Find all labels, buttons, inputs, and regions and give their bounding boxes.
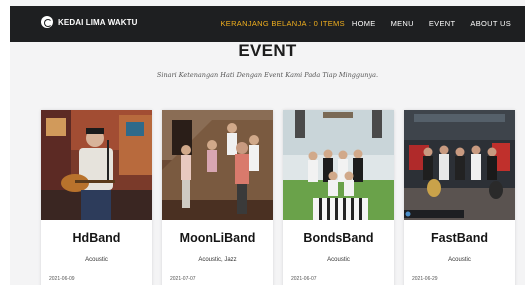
- nav-about-us[interactable]: ABOUT US: [470, 19, 511, 28]
- nav-menu: KERANJANG BELANJA : 0 ITEMS HOME MENU EV…: [220, 19, 511, 28]
- event-photo: [404, 110, 515, 220]
- event-date: 2021-07-07: [170, 276, 196, 282]
- brand-logo-icon: [41, 16, 53, 28]
- event-title[interactable]: HdBand: [41, 231, 152, 245]
- nav-menu-link[interactable]: MENU: [391, 19, 414, 28]
- brand[interactable]: KEDAI LIMA WAKTU: [41, 16, 138, 28]
- page-subtitle: Sinari Ketenangan Hati Dengan Event Kami…: [156, 71, 379, 79]
- browser-viewport: KEDAI LIMA WAKTU KERANJANG BELANJA : 0 I…: [10, 0, 525, 285]
- event-card[interactable]: BondsBand Acoustic 2021-06-07: [283, 110, 394, 285]
- page-title: EVENT: [238, 41, 297, 60]
- event-card[interactable]: MoonLiBand Acoustic, Jazz 2021-07-07: [162, 110, 273, 285]
- event-date: 2021-06-29: [412, 276, 438, 282]
- event-photo: [162, 110, 273, 220]
- event-photo: [283, 110, 394, 220]
- event-photo: [41, 110, 152, 220]
- event-card[interactable]: HdBand Acoustic 2021-06-09: [41, 110, 152, 285]
- brand-name: KEDAI LIMA WAKTU: [58, 17, 138, 27]
- event-date: 2021-06-09: [49, 276, 75, 282]
- event-genre: Acoustic: [85, 257, 108, 263]
- top-navbar: KEDAI LIMA WAKTU KERANJANG BELANJA : 0 I…: [10, 6, 525, 42]
- nav-home[interactable]: HOME: [352, 19, 376, 28]
- event-title[interactable]: BondsBand: [283, 231, 394, 245]
- event-card[interactable]: FastBand Acoustic 2021-06-29: [404, 110, 515, 285]
- event-genre: Acoustic: [448, 257, 471, 263]
- event-title[interactable]: MoonLiBand: [162, 231, 273, 245]
- event-genre: Acoustic, Jazz: [198, 257, 237, 263]
- cart-link[interactable]: KERANJANG BELANJA : 0 ITEMS: [220, 19, 344, 28]
- nav-event[interactable]: EVENT: [429, 19, 456, 28]
- event-title[interactable]: FastBand: [404, 231, 515, 245]
- event-date: 2021-06-07: [291, 276, 317, 282]
- event-genre: Acoustic: [327, 257, 350, 263]
